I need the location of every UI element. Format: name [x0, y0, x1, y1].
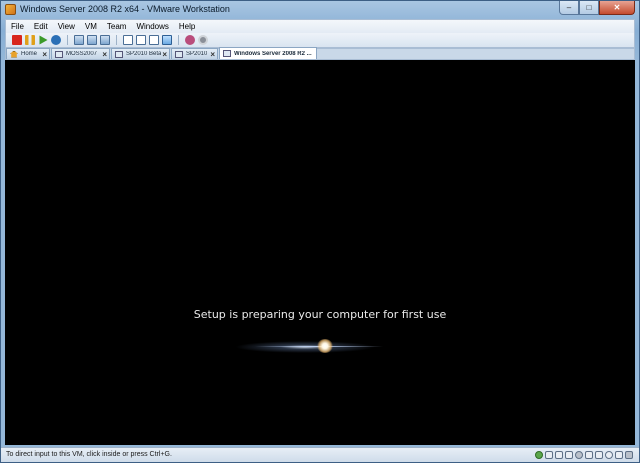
revert-snapshot-icon[interactable] [87, 35, 97, 45]
tab-close-icon[interactable]: × [162, 50, 167, 59]
cd-drive-status-icon[interactable] [555, 451, 563, 459]
snapshot-manager-icon[interactable] [100, 35, 110, 45]
loading-glow [235, 341, 375, 353]
setup-message: Setup is preparing your computer for fir… [193, 308, 447, 321]
menu-team[interactable]: Team [102, 22, 132, 31]
home-icon [10, 50, 18, 58]
tab-label: SP2010 [186, 51, 208, 57]
full-screen-icon[interactable] [136, 35, 146, 45]
tab-sp2010[interactable]: SP2010 × [171, 48, 218, 59]
device-status-icons [535, 451, 633, 459]
tab-bar: Home × MOSS2007 × SP2010 Beta × SP2010 ×… [5, 47, 635, 60]
toolbar-separator [116, 35, 117, 45]
toolbar-separator [67, 35, 68, 45]
floppy-status-icon[interactable] [565, 451, 573, 459]
tab-home[interactable]: Home × [6, 48, 50, 59]
removable-disk-icon[interactable] [198, 35, 208, 45]
reset-icon[interactable] [51, 35, 61, 45]
console-view-icon[interactable] [162, 35, 172, 45]
snapshot-icon[interactable] [74, 35, 84, 45]
toolbar-separator [178, 35, 179, 45]
tab-sp2010-beta[interactable]: SP2010 Beta × [111, 48, 170, 59]
message-log-icon[interactable] [625, 451, 633, 459]
vmware-window: Windows Server 2008 R2 x64 - VMware Work… [0, 0, 640, 463]
menu-help[interactable]: Help [174, 22, 200, 31]
usb-status-icon[interactable] [575, 451, 583, 459]
display-status-icon[interactable] [615, 451, 623, 459]
suspend-icon[interactable] [25, 35, 35, 45]
hard-disk-status-icon[interactable] [545, 451, 553, 459]
window-title: Windows Server 2008 R2 x64 - VMware Work… [20, 4, 230, 14]
menu-vm[interactable]: VM [80, 22, 102, 31]
unity-icon[interactable] [149, 35, 159, 45]
shared-folders-status-icon[interactable] [605, 451, 613, 459]
sound-status-icon[interactable] [585, 451, 593, 459]
menu-view[interactable]: View [53, 22, 80, 31]
tab-label: MOSS2007 [66, 51, 98, 57]
vm-icon [175, 50, 183, 58]
toolbar [5, 33, 635, 48]
menu-file[interactable]: File [6, 22, 29, 31]
tab-label: Windows Server 2008 R2 ... [234, 50, 312, 57]
menu-windows[interactable]: Windows [131, 22, 173, 31]
vm-icon [55, 50, 63, 58]
close-button[interactable]: ✕ [599, 1, 635, 15]
status-message: To direct input to this VM, click inside… [6, 451, 172, 458]
minimize-button[interactable]: – [559, 1, 579, 15]
menu-bar: File Edit View VM Team Windows Help [5, 19, 635, 33]
tab-label: Home [21, 51, 38, 57]
maximize-button[interactable]: □ [579, 1, 599, 15]
tab-close-icon[interactable]: × [102, 50, 107, 59]
tab-close-icon[interactable]: × [210, 50, 215, 59]
tab-close-icon[interactable]: × [42, 50, 47, 59]
title-bar[interactable]: Windows Server 2008 R2 x64 - VMware Work… [1, 1, 639, 19]
vm-icon [223, 50, 231, 57]
quick-switch-icon[interactable] [123, 35, 133, 45]
power-off-icon[interactable] [12, 35, 22, 45]
menu-edit[interactable]: Edit [29, 22, 53, 31]
power-on-icon[interactable] [39, 35, 48, 45]
loading-glow-core [317, 339, 333, 353]
tab-moss2007[interactable]: MOSS2007 × [51, 48, 110, 59]
usb-device-icon[interactable] [185, 35, 195, 45]
network-status-icon[interactable] [535, 451, 543, 459]
tab-label: SP2010 Beta [126, 51, 162, 57]
caption-buttons: – □ ✕ [559, 1, 635, 16]
status-bar: To direct input to this VM, click inside… [1, 447, 639, 462]
tab-windows-server-2008-r2[interactable]: Windows Server 2008 R2 ... [219, 47, 317, 59]
vm-icon [115, 50, 123, 58]
printer-status-icon[interactable] [595, 451, 603, 459]
vmware-app-icon [5, 4, 16, 15]
vm-console-screen[interactable]: Setup is preparing your computer for fir… [5, 60, 635, 445]
